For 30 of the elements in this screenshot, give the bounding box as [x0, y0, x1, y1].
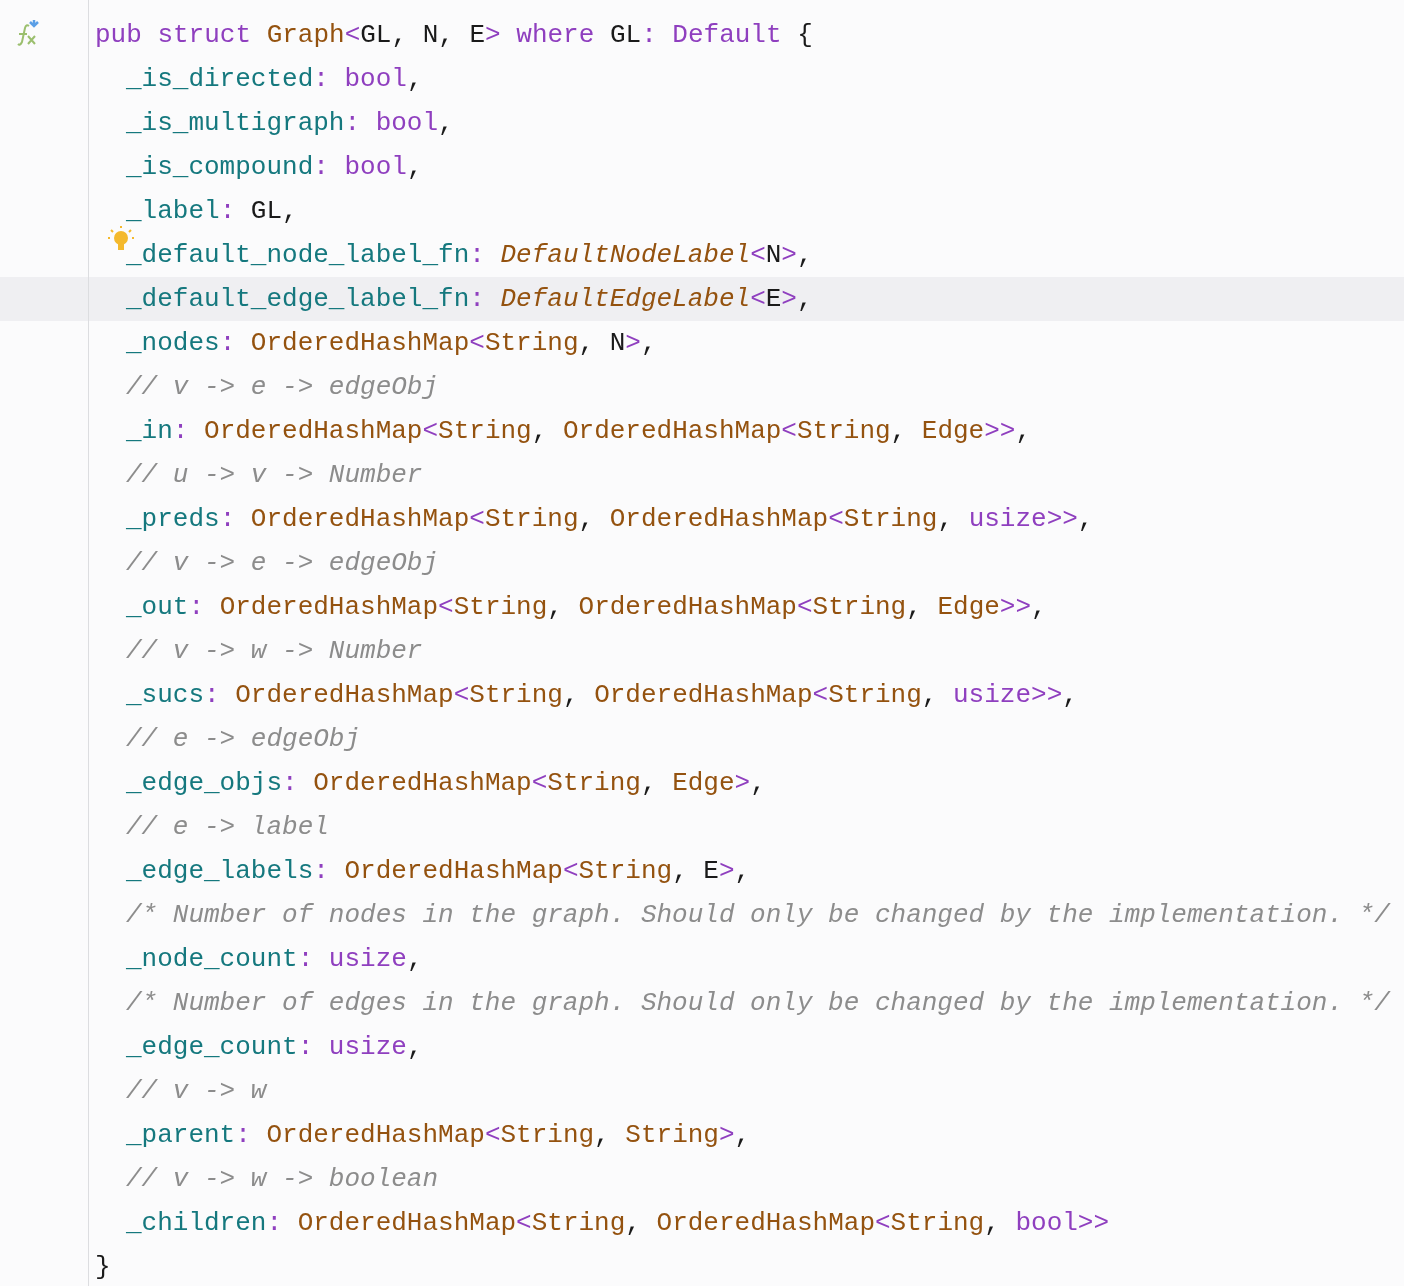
- function-icon[interactable]: [14, 20, 41, 48]
- code-comment: // v -> e -> edgeObj: [126, 371, 439, 404]
- code-comment: // v -> w -> Number: [126, 635, 423, 668]
- code-comment: // e -> edgeObj: [126, 723, 361, 756]
- code-line: _nodes: OrderedHashMap<String, N>,: [126, 327, 657, 360]
- code-comment: // u -> v -> Number: [126, 459, 423, 492]
- code-line: _edge_objs: OrderedHashMap<String, Edge>,: [126, 767, 766, 800]
- code-line: _is_compound: bool,: [126, 151, 423, 184]
- code-line: _edge_count: usize,: [126, 1031, 423, 1064]
- code-line: _default_node_label_fn: DefaultNodeLabel<N>,: [126, 239, 813, 272]
- code-line: }: [95, 1251, 111, 1284]
- code-line: _label: GL,: [126, 195, 298, 228]
- code-line: _out: OrderedHashMap<String, OrderedHashMap<String, Edge>>,: [126, 591, 1047, 624]
- code-line: _in: OrderedHashMap<String, OrderedHashMap<String, Edge>>,: [126, 415, 1032, 448]
- code-line: _sucs: OrderedHashMap<String, OrderedHashMap<String, usize>>,: [126, 679, 1078, 712]
- code-line: _edge_labels: OrderedHashMap<String, E>,: [126, 855, 751, 888]
- code-line: _default_edge_label_fn: DefaultEdgeLabel<E>,: [126, 283, 813, 316]
- code-comment: // v -> w -> boolean: [126, 1163, 439, 1196]
- code-line: _preds: OrderedHashMap<String, OrderedHashMap<String, usize>>,: [126, 503, 1094, 536]
- code-comment: /* Number of edges in the graph. Should only be changed by the implementation. */: [126, 987, 1390, 1020]
- code-line: pub struct Graph<GL, N, E> where GL: Default {: [95, 19, 813, 52]
- code-line: _node_count: usize,: [126, 943, 423, 976]
- code-comment: /* Number of nodes in the graph. Should only be changed by the implementation. */: [126, 899, 1390, 932]
- code-comment: // e -> label: [126, 811, 329, 844]
- code-line: _children: OrderedHashMap<String, OrderedHashMap<String, bool>>: [126, 1207, 1110, 1240]
- code-comment: // v -> w: [126, 1075, 267, 1108]
- code-line: _parent: OrderedHashMap<String, String>,: [126, 1119, 751, 1152]
- code-comment: // v -> e -> edgeObj: [126, 547, 439, 580]
- code-line: _is_directed: bool,: [126, 63, 423, 96]
- code-line: _is_multigraph: bool,: [126, 107, 454, 140]
